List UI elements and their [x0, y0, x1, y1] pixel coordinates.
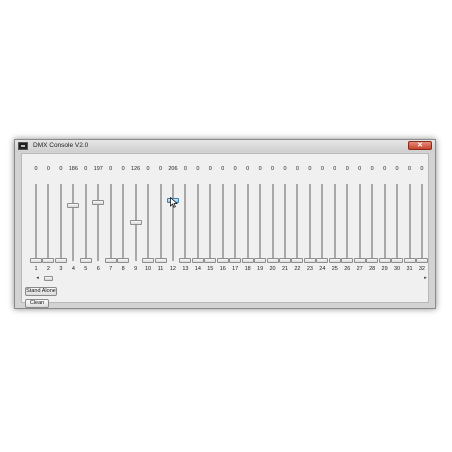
fader-track[interactable]: [420, 184, 423, 261]
horizontal-scrollbar[interactable]: ◂ ▸: [34, 275, 429, 282]
fader-track[interactable]: [346, 184, 349, 261]
fader-thumb[interactable]: [378, 258, 391, 263]
dmx-app-icon: [18, 142, 28, 150]
mouse-pointer-icon: [170, 197, 178, 208]
fader-track[interactable]: [97, 184, 100, 261]
fader-thumb[interactable]: [341, 258, 354, 263]
fader-track[interactable]: [296, 184, 299, 261]
fader-thumb[interactable]: [316, 258, 329, 263]
fader-track[interactable]: [147, 184, 150, 261]
fader-track[interactable]: [84, 184, 87, 261]
fader-thumb[interactable]: [328, 258, 341, 263]
window-title: DMX Console V2.0: [33, 142, 89, 149]
fader-thumb[interactable]: [279, 258, 291, 263]
fader-track[interactable]: [209, 184, 212, 261]
fader-track[interactable]: [171, 184, 174, 261]
fader-track[interactable]: [184, 184, 187, 261]
fader-thumb[interactable]: [54, 258, 67, 263]
stand-alone-button[interactable]: Stand Alone: [25, 287, 57, 296]
scroll-right-icon[interactable]: ▸: [422, 275, 429, 282]
fader-thumb[interactable]: [366, 258, 379, 263]
fader-track[interactable]: [371, 184, 374, 261]
console-panel: 0 1 0 2 0 3 186 4 0 5 197 6 0 7 0 8 126 9 0 10 0 11 206 12 0 13 0 1…: [21, 153, 429, 308]
fader-track[interactable]: [234, 184, 237, 261]
fader-track[interactable]: [271, 184, 274, 261]
fader-track[interactable]: [358, 184, 361, 261]
fader-thumb[interactable]: [204, 258, 217, 263]
close-icon[interactable]: ✕: [408, 141, 432, 150]
fader-track[interactable]: [333, 184, 336, 261]
fader-thumb[interactable]: [191, 258, 204, 263]
fader-track[interactable]: [308, 184, 311, 261]
fader-track[interactable]: [284, 184, 286, 261]
dmx-console-window: DMX Console V2.0 ✕ 0 1 0 2 0 3 186 4 0 5 197 6 0 7 0 8 1…: [14, 139, 436, 309]
fader-thumb[interactable]: [104, 258, 117, 263]
fader-thumb[interactable]: [154, 258, 167, 263]
fader-track[interactable]: [396, 184, 399, 261]
fader-thumb[interactable]: [216, 258, 229, 263]
fader-thumb[interactable]: [291, 258, 304, 263]
fader-thumb[interactable]: [42, 258, 55, 263]
fader-track[interactable]: [59, 184, 62, 261]
fader-thumb[interactable]: [92, 200, 105, 206]
scrollbar-thumb[interactable]: [44, 276, 53, 281]
fader-track[interactable]: [72, 184, 75, 261]
fader-thumb[interactable]: [391, 258, 404, 263]
fader-thumb[interactable]: [30, 258, 42, 263]
fader-thumb[interactable]: [79, 258, 92, 263]
fader-thumb[interactable]: [241, 258, 254, 263]
fader-thumb[interactable]: [142, 258, 155, 263]
fader-thumb[interactable]: [266, 258, 279, 263]
fader-track[interactable]: [408, 184, 411, 261]
fader-thumb[interactable]: [254, 258, 267, 263]
fader-track[interactable]: [109, 184, 112, 261]
channel-number: 32: [418, 266, 425, 272]
fader-thumb[interactable]: [117, 258, 130, 263]
fader-thumb[interactable]: [229, 258, 242, 263]
fader-thumb[interactable]: [303, 258, 316, 263]
fader-track[interactable]: [196, 184, 199, 261]
fader-thumb[interactable]: [415, 258, 428, 263]
fader-thumb[interactable]: [129, 220, 142, 226]
fader-track[interactable]: [221, 184, 224, 261]
scroll-left-icon[interactable]: ◂: [34, 275, 41, 282]
clean-button[interactable]: Clean: [25, 299, 49, 308]
fader-thumb[interactable]: [353, 258, 366, 263]
fader-track[interactable]: [159, 184, 162, 261]
fader-track[interactable]: [122, 184, 125, 261]
fader-thumb[interactable]: [67, 203, 80, 209]
channel-strip: 0 32: [415, 154, 428, 276]
fader-track[interactable]: [35, 184, 37, 261]
fader-thumb[interactable]: [179, 258, 192, 263]
fader-track[interactable]: [246, 184, 249, 261]
fader-thumb[interactable]: [403, 258, 416, 263]
channel-value: 0: [420, 166, 424, 172]
title-bar[interactable]: DMX Console V2.0 ✕: [15, 140, 435, 152]
fader-track[interactable]: [383, 184, 386, 261]
fader-track[interactable]: [47, 184, 50, 261]
fader-track[interactable]: [259, 184, 262, 261]
fader-track[interactable]: [321, 184, 324, 261]
